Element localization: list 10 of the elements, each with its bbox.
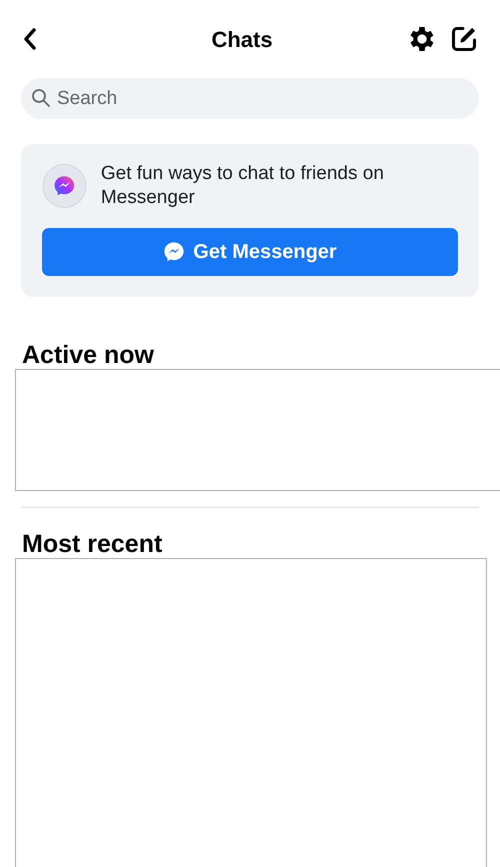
messenger-logo-icon bbox=[42, 162, 87, 210]
search-field[interactable]: Search bbox=[21, 78, 479, 119]
promo-text: Get fun ways to chat to friends on Messenger bbox=[100, 162, 385, 210]
compose-icon[interactable] bbox=[450, 25, 478, 53]
back-icon[interactable] bbox=[22, 27, 38, 51]
page-title: Chats bbox=[211, 26, 273, 54]
get-messenger-button[interactable]: Get Messenger bbox=[42, 228, 458, 276]
section-title: Active now bbox=[21, 341, 155, 369]
messenger-icon bbox=[163, 241, 186, 263]
section-title: Most recent bbox=[21, 530, 164, 558]
